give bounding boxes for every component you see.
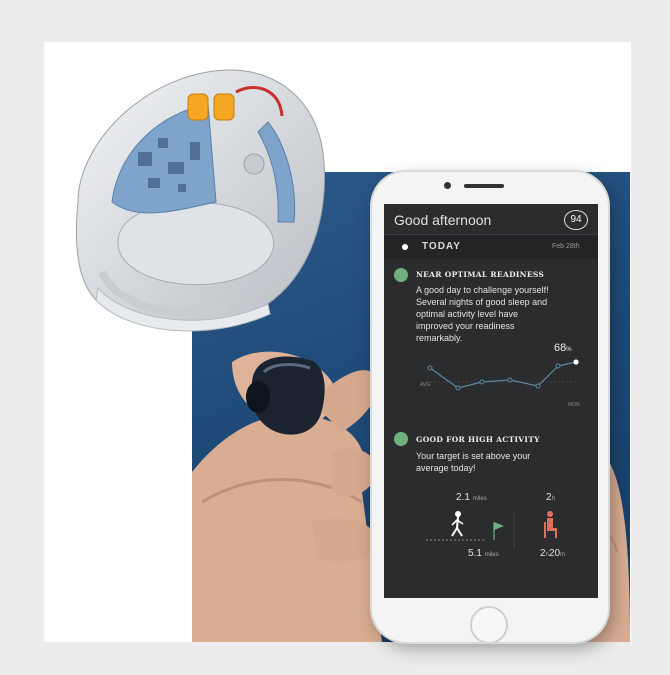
trend-point	[455, 385, 461, 391]
chart-current-value: 68%	[554, 342, 572, 354]
target-distance-value: 5.1	[468, 548, 482, 559]
sit-time-unit: h	[551, 496, 555, 502]
activity-illustration	[426, 511, 557, 548]
trend-point	[507, 377, 513, 383]
app-screen: Good afternoon 94 TODAY Feb 28th NEAR OP…	[384, 204, 598, 598]
readiness-icon	[394, 268, 408, 282]
ring-cutaway-illustration	[75, 69, 325, 332]
trend-point	[535, 383, 541, 389]
chart-day-label: MON	[568, 402, 580, 408]
activity-icon	[394, 432, 408, 446]
readiness-text: A good day to challenge yourself! Severa…	[416, 284, 549, 344]
time-minutes-value: 20	[548, 548, 561, 559]
chart-value-unit: %	[566, 347, 572, 353]
walk-distance-value: 2.1	[456, 492, 470, 503]
greeting-text: Good afternoon	[394, 212, 492, 228]
today-date: Feb 28th	[552, 243, 580, 250]
walk-distance: 2.1 miles	[456, 492, 487, 503]
readiness-text-line: optimal activity level have	[416, 309, 519, 319]
activity-text: Your target is set above your average to…	[416, 450, 530, 474]
activity-title: GOOD FOR HIGH ACTIVITY	[416, 435, 540, 444]
activity-text-line: average today!	[416, 463, 476, 473]
time-total: 2h20m	[540, 548, 565, 559]
readiness-text-line: improved your readiness	[416, 321, 515, 331]
speaker-grille	[464, 184, 504, 188]
today-label: TODAY	[422, 241, 461, 252]
walking-person-icon	[451, 511, 464, 537]
trend-point	[479, 379, 485, 385]
trend-point	[555, 363, 561, 369]
walk-distance-unit: miles	[472, 496, 487, 502]
trend-point-current	[573, 359, 579, 365]
readiness-score-badge[interactable]: 94	[564, 210, 588, 230]
readiness-trend-chart: 68% AVG MON	[418, 342, 594, 420]
header-bar: Good afternoon 94	[384, 204, 598, 235]
time-minutes-unit: m	[560, 552, 566, 558]
target-distance-unit: miles	[484, 552, 499, 558]
home-button-icon[interactable]	[470, 606, 508, 642]
today-bar[interactable]: TODAY Feb 28th	[384, 235, 598, 259]
today-dot-icon	[402, 244, 408, 250]
chart-avg-label: AVG	[420, 382, 430, 388]
sit-time: 2h	[546, 492, 555, 503]
activity-flag-icon	[493, 522, 504, 540]
camera-icon	[444, 182, 451, 189]
activity-text-line: Your target is set above your	[416, 451, 531, 461]
sitting-person-icon	[544, 511, 557, 538]
trend-line	[429, 361, 577, 389]
smartphone: Good afternoon 94 TODAY Feb 28th NEAR OP…	[372, 172, 608, 642]
trend-point	[427, 365, 433, 371]
readiness-text-line: A good day to challenge yourself!	[416, 285, 549, 295]
target-distance: 5.1 miles	[468, 548, 499, 559]
chart-value-number: 68	[554, 342, 567, 354]
readiness-text-line: Several nights of good sleep and	[416, 297, 548, 307]
activity-metrics: 2.1 miles 2h 5.1 miles 2h20m	[422, 492, 592, 564]
readiness-title: NEAR OPTIMAL READINESS	[416, 270, 545, 279]
